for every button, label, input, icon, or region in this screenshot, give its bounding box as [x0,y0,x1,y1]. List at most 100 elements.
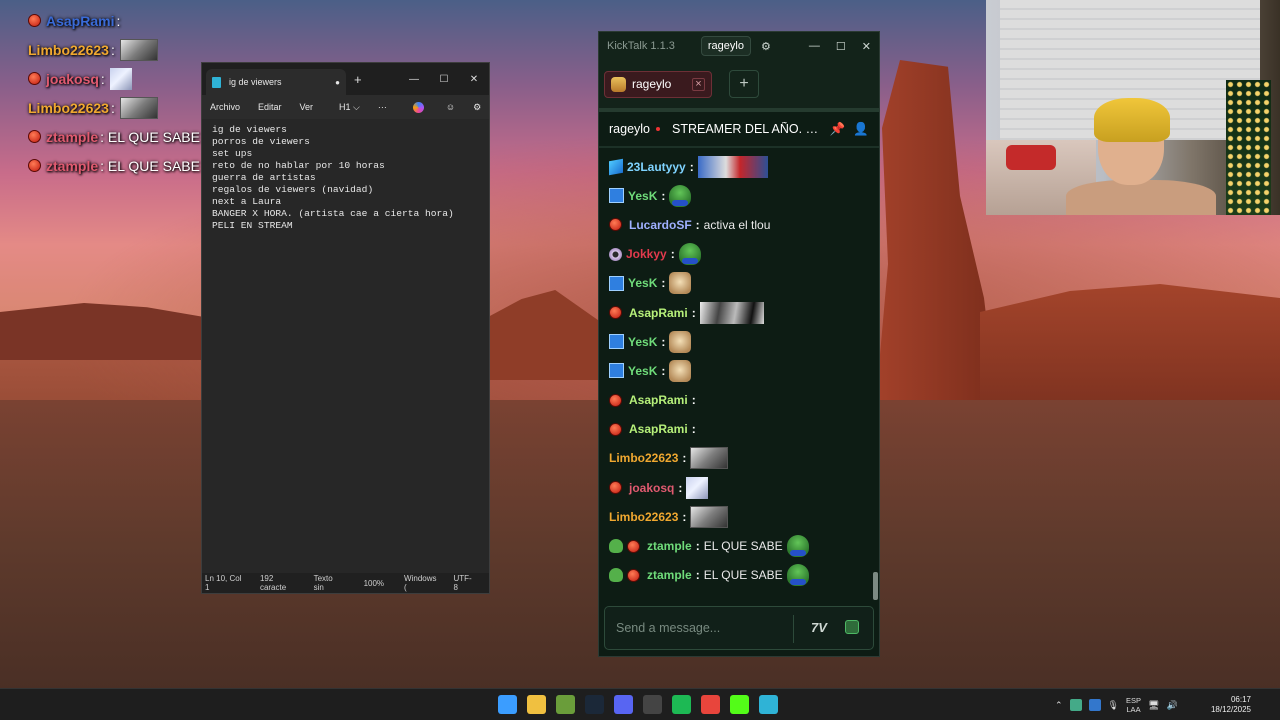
unsaved-dot-icon: ● [335,77,340,87]
pin-icon[interactable]: 📌 [830,122,846,137]
overlay-message: : EL QUE SABE [100,157,200,174]
chat-username[interactable]: ztample [647,568,692,582]
face-emote-icon [119,38,158,61]
microphone-icon[interactable]: 🎙 [1108,700,1119,711]
chat-username[interactable]: AsapRami [629,393,688,407]
chevron-up-icon[interactable]: ⌃ [1055,700,1063,711]
heading-dropdown[interactable]: H1 ⌵ [339,102,360,113]
chat-username[interactable]: AsapRami [629,306,688,320]
more-menu[interactable]: ··· [378,102,387,112]
close-button[interactable]: ✕ [862,40,871,53]
7tv-emote-icon[interactable]: 7V [811,620,827,635]
chrome-icon[interactable] [701,695,720,714]
spotify-icon[interactable] [672,695,691,714]
status-zoom[interactable]: 100% [364,579,384,588]
notepad-tab-title: ig de viewers [229,77,282,87]
windows-start-icon[interactable] [498,695,517,714]
minimize-button[interactable]: — [399,74,429,85]
overlay-username: ztample [46,128,99,145]
sync-icon[interactable] [1069,699,1082,711]
overlay-chat-line: Limbo22623: [28,35,248,64]
chat-colon: : [661,363,666,378]
chat-username[interactable]: YesK [628,335,657,349]
chat-message-text: EL QUE SABE [703,568,783,583]
defender-icon[interactable] [1088,699,1101,711]
chat-username[interactable]: Jokkyy [626,247,667,261]
add-channel-button[interactable]: + [729,70,759,98]
chat-message: AsapRami: [609,298,869,327]
chat-username[interactable]: LucardoSF [629,218,692,232]
webcam-feed [986,0,1280,215]
file-explorer-icon[interactable] [527,695,546,714]
steam-icon[interactable] [585,695,604,714]
chat-username[interactable]: YesK [628,189,657,203]
maximize-button[interactable]: ☐ [429,74,459,85]
chat-messages[interactable]: 23Lautyyy: YesK: LucardoSF: activa el tlou J… [599,152,879,606]
new-tab-button[interactable]: + [354,72,362,87]
taskbar-clock[interactable]: 06:17 18/12/2025 [1211,695,1251,715]
volume-icon[interactable]: 🔊 [1166,700,1177,711]
minecraft-icon[interactable] [556,695,575,714]
stream-username[interactable]: rageylo [609,122,650,136]
kick-badge-icon [627,539,640,553]
account-icon[interactable]: ☺ [446,102,455,112]
copilot-icon[interactable] [412,101,424,113]
menu-editar[interactable]: Editar [258,102,282,112]
channel-tab-rageylo[interactable]: rageylo × [604,70,712,98]
chat-message: ztample: EL QUE SABE [609,531,869,560]
kick-badge-icon [28,159,41,172]
kick-badge-icon [28,14,41,27]
menu-ver[interactable]: Ver [300,102,314,112]
chat-colon: : [691,393,696,408]
live-indicator-icon [656,127,660,131]
kick-badge-icon [609,393,622,407]
notepad-tab[interactable]: ig de viewers ● [206,69,346,95]
channel-button[interactable]: rageylo [700,36,751,56]
clock-time: 06:17 [1230,695,1251,704]
chat-message: LucardoSF: activa el tlou [609,210,869,239]
settings-gear-icon[interactable]: ⚙ [761,40,771,53]
chat-username[interactable]: Limbo22623 [609,510,678,524]
input-divider [793,615,794,643]
notepad-text-area[interactable]: ig de viewers porros de viewers set ups ret… [202,124,489,232]
rock-spire [876,60,996,400]
chat-username[interactable]: Limbo22623 [609,451,678,465]
system-tray: ⌃ 🎙 ESP LAA 🖥 🔊 [1055,689,1178,720]
overlay-message: : [100,70,105,87]
message-input[interactable]: Send a message... 7V [604,606,874,650]
language-indicator[interactable]: ESP LAA [1126,696,1141,714]
chat-username[interactable]: YesK [628,364,657,378]
menu-archivo[interactable]: Archivo [210,102,240,112]
chat-username[interactable]: joakosq [629,481,674,495]
maximize-button[interactable]: ☐ [836,40,846,53]
discord-icon[interactable] [614,695,633,714]
settings-gear-icon[interactable]: ⚙ [473,102,481,113]
network-icon[interactable]: 🖥 [1148,700,1159,711]
kick-icon[interactable] [730,695,749,714]
notepad-line: ig de viewers [212,124,287,135]
close-tab-icon[interactable]: × [692,77,705,91]
overlay-chat-line: AsapRami: [28,6,248,35]
chat-message: YesK: [609,181,869,210]
obs-icon[interactable] [643,695,662,714]
status-format: Texto sin [313,574,333,592]
notepad-status-bar: Ln 10, Col 1 192 caracte Texto sin 100% … [202,573,489,593]
status-chars: 192 caracte [259,574,287,592]
blue-badge-icon [609,334,624,350]
notepad-icon[interactable] [759,695,778,714]
chat-username[interactable]: ztample [647,539,692,553]
overlay-username: AsapRami [46,12,115,29]
face-emote-icon [690,447,729,470]
channel-tab-label: rageylo [632,77,672,91]
chat-message: AsapRami: [609,415,869,444]
user-icon[interactable]: 👤 [853,122,869,137]
minimize-button[interactable]: — [809,40,820,53]
notepad-line: set ups [212,148,253,159]
cube-badge-icon [609,158,623,175]
chat-username[interactable]: AsapRami [629,422,688,436]
chat-scrollbar[interactable] [873,572,878,600]
chat-username[interactable]: 23Lautyyy [627,160,686,174]
close-button[interactable]: ✕ [459,74,489,85]
kick-emote-icon[interactable] [845,620,859,634]
chat-username[interactable]: YesK [628,276,657,290]
